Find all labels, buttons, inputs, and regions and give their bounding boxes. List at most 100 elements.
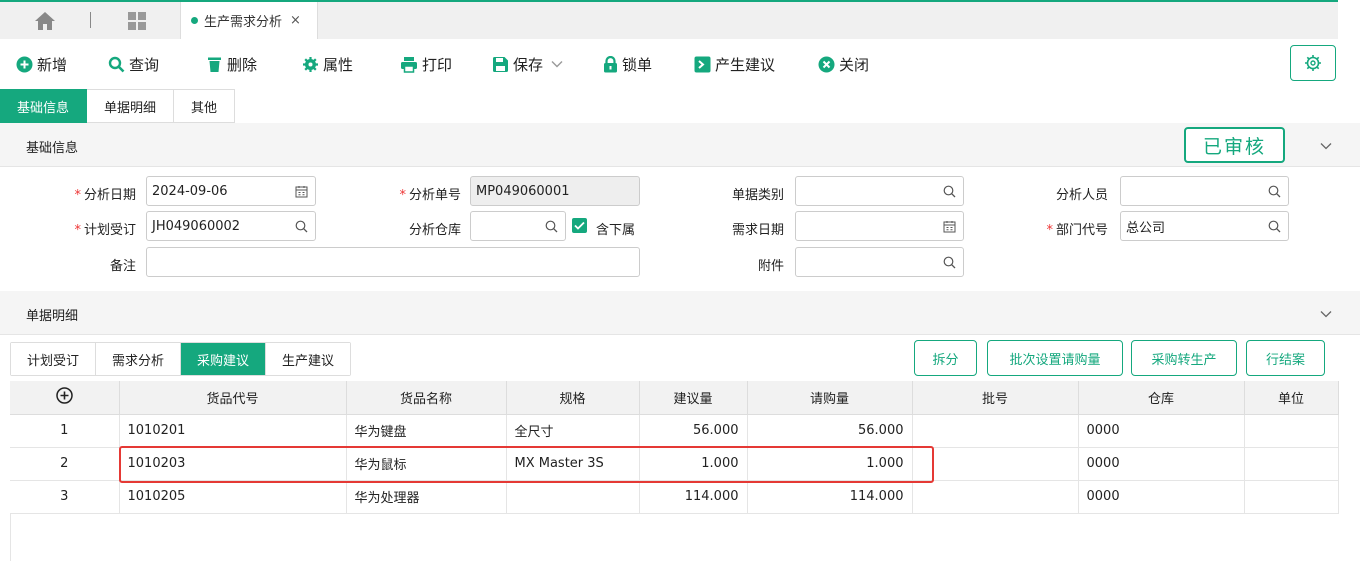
cell-item-code[interactable]: 1010205 [119, 480, 347, 514]
delete-button[interactable]: 删除 [206, 54, 257, 74]
col-request-qty[interactable]: 请购量 [747, 381, 913, 415]
cell-request-qty[interactable]: 1.000 [747, 447, 913, 481]
lock-label: 锁单 [622, 55, 653, 74]
add-row-header[interactable] [10, 381, 120, 415]
search-icon[interactable] [1268, 185, 1281, 198]
collapse-basic-chevron-icon[interactable] [1320, 142, 1332, 150]
attachment-field[interactable] [795, 247, 964, 277]
table-row[interactable]: 1 1010201 华为键盘 全尺寸 56.000 56.000 0000 [10, 414, 1339, 448]
analysis-date-field[interactable]: 2024-09-06 [146, 176, 316, 206]
cell-request-qty[interactable]: 114.000 [747, 480, 913, 514]
analysis-no-value: MP049060001 [476, 183, 570, 199]
search-icon[interactable] [1268, 220, 1281, 233]
properties-button[interactable]: 属性 [302, 54, 353, 74]
tab-doc-detail[interactable]: 单据明细 [87, 89, 175, 123]
lock-button[interactable]: 锁单 [603, 54, 652, 74]
cell-spec[interactable]: MX Master 3S [506, 447, 640, 481]
row-number: 2 [10, 447, 120, 481]
cell-item-name[interactable]: 华为鼠标 [346, 447, 507, 481]
collapse-detail-chevron-icon[interactable] [1320, 310, 1332, 318]
settings-button[interactable] [1290, 45, 1336, 81]
analysis-wh-field[interactable] [470, 211, 566, 241]
dept-code-field[interactable]: 总公司 [1120, 211, 1289, 241]
table-row[interactable]: 2 1010203 华为鼠标 MX Master 3S 1.000 1.000 … [10, 447, 1339, 481]
purchase-to-production-button[interactable]: 采购转生产 [1131, 340, 1237, 376]
demand-date-label: 需求日期 [731, 223, 784, 238]
search-icon [108, 56, 125, 72]
cell-unit[interactable] [1244, 414, 1339, 448]
cell-item-code[interactable]: 1010203 [119, 447, 347, 481]
col-spec[interactable]: 规格 [506, 381, 640, 415]
close-label: 关闭 [839, 55, 870, 74]
search-icon[interactable] [295, 220, 308, 233]
analysis-no-field: MP049060001 [470, 176, 640, 206]
table-row[interactable]: 3 1010205 华为处理器 114.000 114.000 0000 [10, 480, 1339, 514]
search-icon[interactable] [943, 256, 956, 269]
cell-request-qty[interactable]: 56.000 [747, 414, 913, 448]
doc-type-field[interactable] [795, 176, 964, 206]
cell-warehouse[interactable]: 0000 [1078, 480, 1245, 514]
close-button[interactable]: 关闭 [818, 54, 869, 74]
cell-warehouse[interactable]: 0000 [1078, 414, 1245, 448]
new-label: 新增 [37, 55, 68, 74]
cell-suggest-qty[interactable]: 1.000 [639, 447, 748, 481]
tab-production-suggestion[interactable]: 生产建议 [266, 343, 351, 375]
search-icon[interactable] [943, 185, 956, 198]
apps-grid-icon[interactable] [127, 11, 147, 31]
col-item-code[interactable]: 货品代号 [119, 381, 347, 415]
trash-icon [208, 57, 221, 72]
calendar-icon[interactable] [943, 220, 956, 233]
query-button[interactable]: 查询 [108, 54, 159, 74]
close-line-button[interactable]: 行结案 [1246, 340, 1325, 376]
close-circle-icon [818, 56, 835, 72]
tab-plan-order[interactable]: 计划受订 [11, 343, 97, 375]
tab-demand-analysis[interactable]: 生产需求分析 × [180, 2, 318, 39]
generate-label: 产生建议 [715, 55, 776, 74]
dept-code-label: * 部门代号 [1046, 223, 1108, 238]
split-button[interactable]: 拆分 [914, 340, 977, 376]
cell-item-name[interactable]: 华为键盘 [346, 414, 507, 448]
doc-type-label: 单据类别 [731, 188, 784, 203]
col-batch[interactable]: 批号 [912, 381, 1079, 415]
tab-other[interactable]: 其他 [174, 89, 236, 123]
add-row-icon[interactable] [56, 387, 73, 404]
home-icon[interactable] [34, 11, 56, 31]
tab-separator [90, 12, 91, 28]
analysis-wh-label: 分析仓库 [408, 223, 461, 238]
cell-item-code[interactable]: 1010201 [119, 414, 347, 448]
include-sub-checkbox[interactable] [572, 218, 587, 233]
cell-suggest-qty[interactable]: 114.000 [639, 480, 748, 514]
tab-purchase-suggestion[interactable]: 采购建议 [181, 343, 267, 375]
col-item-name[interactable]: 货品名称 [346, 381, 507, 415]
demand-date-field[interactable] [795, 211, 964, 241]
generate-suggestion-button[interactable]: 产生建议 [694, 54, 775, 74]
cell-item-name[interactable]: 华为处理器 [346, 480, 507, 514]
tab-basic-info[interactable]: 基础信息 [0, 89, 88, 123]
plan-order-label: * 计划受订 [74, 223, 136, 238]
close-tab-icon[interactable]: × [290, 13, 301, 28]
col-warehouse[interactable]: 仓库 [1078, 381, 1245, 415]
print-button[interactable]: 打印 [400, 54, 452, 74]
plan-order-field[interactable]: JH049060002 [146, 211, 316, 241]
cell-warehouse[interactable]: 0000 [1078, 447, 1245, 481]
cell-batch[interactable] [912, 480, 1079, 514]
batch-set-request-button[interactable]: 批次设置请购量 [987, 340, 1123, 376]
checkmark-icon [574, 221, 585, 230]
cell-suggest-qty[interactable]: 56.000 [639, 414, 748, 448]
search-icon[interactable] [545, 220, 558, 233]
col-suggest-qty[interactable]: 建议量 [639, 381, 748, 415]
col-unit[interactable]: 单位 [1244, 381, 1339, 415]
cell-unit[interactable] [1244, 480, 1339, 514]
cell-spec[interactable]: 全尺寸 [506, 414, 640, 448]
save-button[interactable]: 保存 [492, 54, 567, 74]
remark-field[interactable] [146, 247, 640, 277]
analyst-field[interactable] [1120, 176, 1289, 206]
cell-batch[interactable] [912, 447, 1079, 481]
cell-unit[interactable] [1244, 447, 1339, 481]
new-button[interactable]: 新增 [16, 54, 67, 74]
chevron-down-icon[interactable] [551, 60, 563, 68]
cell-batch[interactable] [912, 414, 1079, 448]
tab-demand-analysis-detail[interactable]: 需求分析 [96, 343, 182, 375]
cell-spec[interactable] [506, 480, 640, 514]
calendar-icon[interactable] [295, 185, 308, 198]
